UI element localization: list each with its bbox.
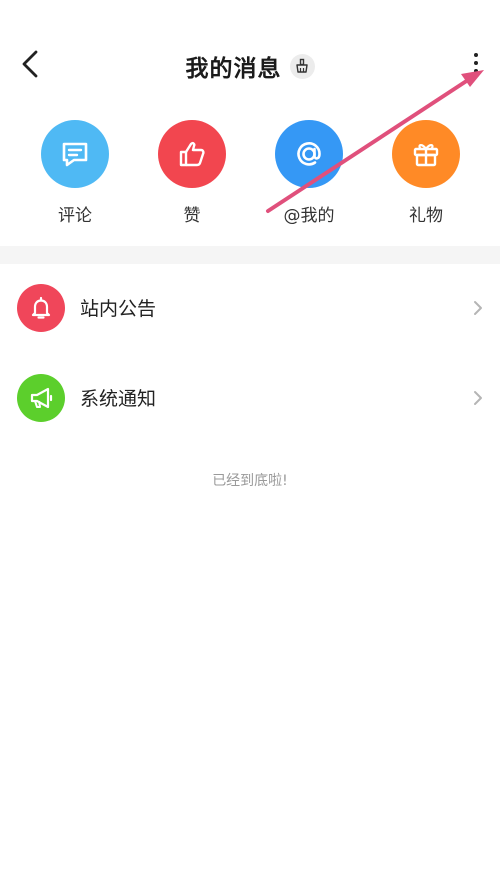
list-item-system-notices[interactable]: 系统通知: [0, 354, 500, 444]
notice-icon-circle: [17, 374, 65, 422]
quick-action-label: 评论: [58, 206, 92, 226]
message-list: 站内公告 系统通知: [0, 264, 500, 444]
list-item-label: 站内公告: [80, 298, 157, 320]
messages-page: 我的消息 评论 赞 @我的 礼物 站内公告 系统通知 已经到底啦!: [0, 0, 500, 889]
chevron-right-icon: [474, 391, 482, 405]
quick-action-label: 赞: [183, 206, 201, 226]
page-title: 我的消息: [185, 56, 282, 82]
more-options-button[interactable]: [462, 46, 490, 80]
thumbs-up-icon: [179, 141, 205, 167]
list-item-label: 系统通知: [80, 388, 157, 410]
title-group: 我的消息: [0, 48, 500, 84]
announcement-icon-circle: [17, 284, 65, 332]
end-of-list-hint: 已经到底啦!: [212, 473, 288, 489]
broom-icon: [296, 58, 308, 73]
quick-action-comments[interactable]: 评论: [30, 120, 120, 230]
quick-action-mentions[interactable]: @我的: [264, 120, 354, 230]
quick-action-label: @我的: [283, 206, 335, 226]
quick-actions-row: 评论 赞 @我的 礼物: [0, 94, 500, 246]
header-bar: 我的消息: [0, 0, 500, 94]
comment-circle: [41, 120, 109, 188]
quick-action-likes[interactable]: 赞: [147, 120, 237, 230]
quick-action-label: 礼物: [409, 206, 443, 226]
mention-circle: [275, 120, 343, 188]
chevron-right-icon: [474, 301, 482, 315]
gift-circle: [392, 120, 460, 188]
comment-icon: [62, 142, 88, 167]
bell-icon: [31, 296, 51, 319]
more-vertical-icon: [474, 53, 478, 57]
gift-icon: [413, 144, 439, 167]
section-divider: [0, 246, 500, 264]
quick-action-gifts[interactable]: 礼物: [381, 120, 471, 230]
megaphone-icon: [30, 387, 53, 409]
like-circle: [158, 120, 226, 188]
clean-button[interactable]: [289, 53, 315, 79]
at-sign-icon: [297, 142, 321, 166]
list-item-announcements[interactable]: 站内公告: [0, 264, 500, 354]
